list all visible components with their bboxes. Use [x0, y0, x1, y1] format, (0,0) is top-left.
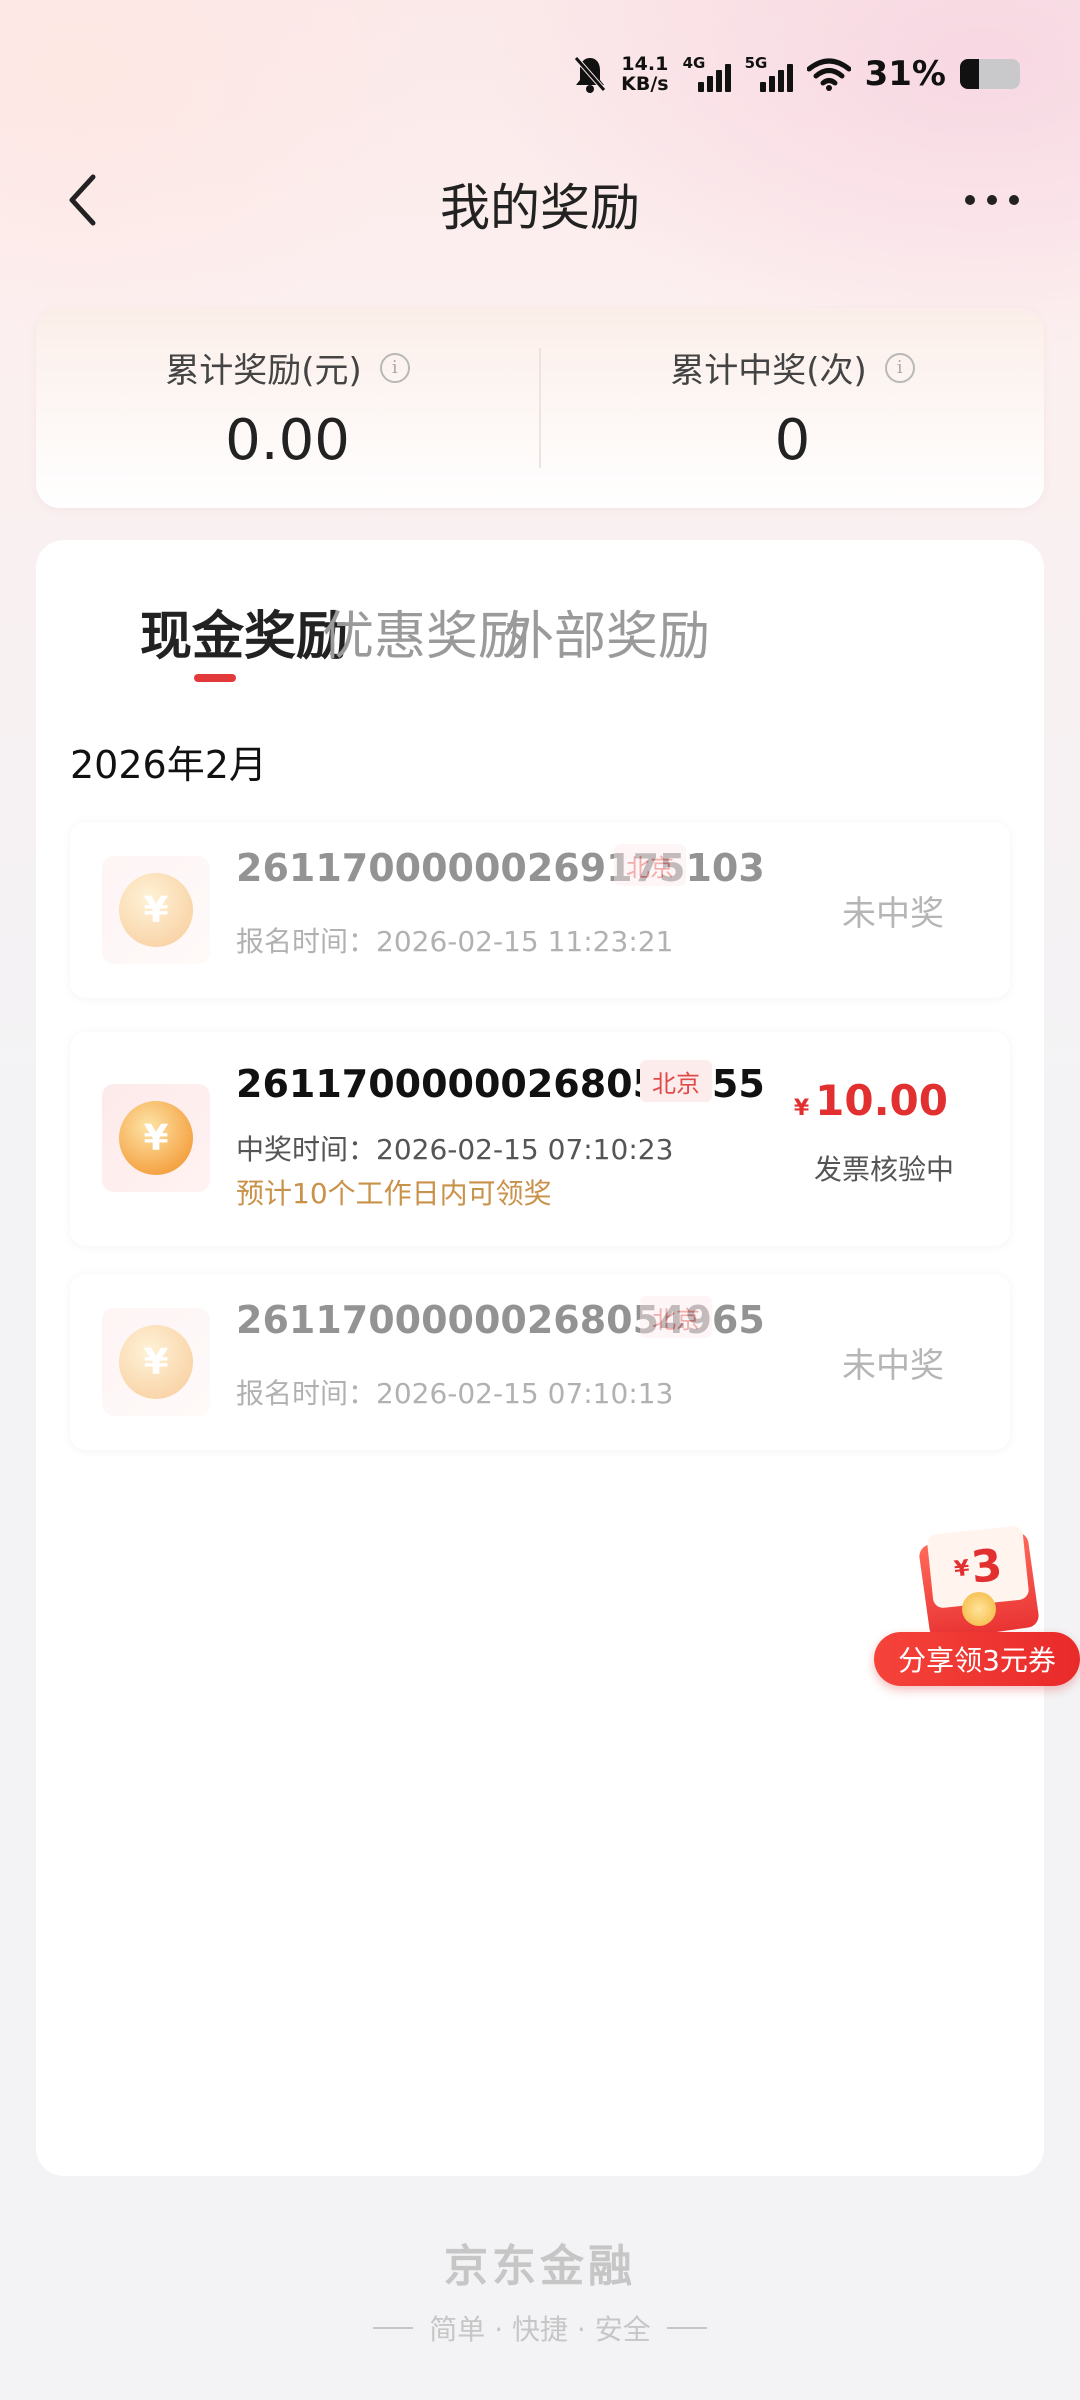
- total-wins-value: 0: [774, 408, 811, 473]
- amount-value: 10.00: [815, 1076, 948, 1125]
- record-status: 未中奖: [842, 1346, 944, 1386]
- reward-record[interactable]: ¥ 26117000000268054455 北京 中奖时间：2026-02-1…: [70, 1032, 1010, 1246]
- total-wins-label: 累计中奖(次): [670, 351, 867, 391]
- more-dot-icon: [1009, 195, 1019, 205]
- total-wins-section: 累计中奖(次) i 0: [541, 343, 1044, 473]
- battery-icon: [960, 59, 1020, 89]
- footer-slogan: 简单 · 快捷 · 安全: [429, 2313, 651, 2346]
- more-options-button[interactable]: [952, 176, 1032, 224]
- more-dot-icon: [965, 195, 975, 205]
- mute-notification-icon: [574, 56, 607, 93]
- record-status: 未中奖: [842, 894, 944, 934]
- total-reward-label: 累计奖励(元): [165, 351, 362, 391]
- record-time: 中奖时间：2026-02-15 07:10:23: [236, 1133, 674, 1166]
- record-status: 发票核验中: [813, 1153, 954, 1186]
- coupon-currency: ¥: [952, 1555, 971, 1582]
- city-badge: 北京: [640, 1060, 712, 1102]
- battery-percent: 31%: [864, 54, 946, 94]
- active-tab-indicator: [194, 674, 236, 682]
- status-icons: 14.1 KB/s 4G 5G 31%: [573, 44, 1020, 104]
- city-badge: 北京: [640, 1296, 712, 1338]
- footer: 京东金融 简单 · 快捷 · 安全: [0, 2230, 1080, 2348]
- network-speed-value: 14.1: [621, 53, 669, 75]
- slogan-line-right: [666, 2327, 707, 2329]
- yuan-coin-icon: ¥: [119, 1101, 193, 1175]
- network-speed: 14.1 KB/s: [621, 54, 668, 94]
- claim-notice: 预计10个工作日内可领奖: [236, 1177, 552, 1210]
- signal-sim2-icon: 5G: [745, 54, 793, 94]
- month-header: 2026年2月: [70, 743, 267, 787]
- slogan-line-left: [373, 2327, 414, 2329]
- wifi-icon: [806, 58, 851, 91]
- more-dot-icon: [987, 195, 997, 205]
- coin-icon-tile: ¥: [102, 1308, 210, 1416]
- info-icon[interactable]: i: [379, 352, 410, 383]
- yuan-coin-icon: ¥: [119, 1325, 193, 1399]
- footer-brand: 京东金融: [444, 2241, 636, 2292]
- battery-fill: [960, 59, 979, 89]
- coin-icon-tile: ¥: [102, 1084, 210, 1192]
- page-title: 我的奖励: [440, 179, 640, 237]
- city-badge: 北京: [614, 844, 686, 886]
- record-time: 报名时间：2026-02-15 11:23:21: [236, 925, 674, 958]
- reward-record[interactable]: ¥ 26117000000269175103 北京 报名时间：2026-02-1…: [70, 822, 1010, 998]
- currency-symbol: ¥: [793, 1096, 810, 1121]
- yuan-coin-icon: ¥: [119, 873, 193, 947]
- reward-tabs: 现金奖励 优惠奖励 外部奖励: [36, 594, 1044, 714]
- coupon-value: 3: [968, 1539, 1005, 1594]
- share-coupon-promo[interactable]: ¥ 3 分享领3元券: [874, 1525, 1080, 1690]
- share-coupon-button[interactable]: 分享领3元券: [874, 1632, 1080, 1686]
- total-reward-section: 累计奖励(元) i 0.00: [36, 343, 539, 473]
- status-bar: 14.1 KB/s 4G 5G 31%: [0, 0, 1080, 150]
- coin-icon-tile: ¥: [102, 856, 210, 964]
- total-reward-value: 0.00: [225, 408, 350, 473]
- network-speed-unit: KB/s: [621, 73, 669, 95]
- total-reward-label-row: 累计奖励(元) i: [165, 343, 410, 392]
- rewards-list-card: 现金奖励 优惠奖励 外部奖励 2026年2月 ¥ 261170000002691…: [36, 540, 1044, 2176]
- tab-discount-rewards[interactable]: 优惠奖励: [322, 594, 530, 669]
- reward-amount: ¥ 10.00: [794, 1076, 948, 1125]
- tab-cash-rewards[interactable]: 现金奖励: [140, 594, 348, 669]
- signal-sim1-icon: 4G: [683, 54, 731, 94]
- record-time: 报名时间：2026-02-15 07:10:13: [236, 1377, 674, 1410]
- nav-header: 我的奖励: [0, 150, 1080, 250]
- total-wins-label-row: 累计中奖(次) i: [670, 343, 915, 392]
- tab-external-rewards[interactable]: 外部奖励: [502, 594, 710, 669]
- info-icon[interactable]: i: [884, 352, 915, 383]
- gold-coin-icon: [962, 1592, 996, 1626]
- reward-record[interactable]: ¥ 26117000000268054965 北京 报名时间：2026-02-1…: [70, 1274, 1010, 1450]
- reward-summary-card: 累计奖励(元) i 0.00 累计中奖(次) i 0: [36, 308, 1044, 508]
- footer-slogan-row: 简单 · 快捷 · 安全: [0, 2308, 1080, 2348]
